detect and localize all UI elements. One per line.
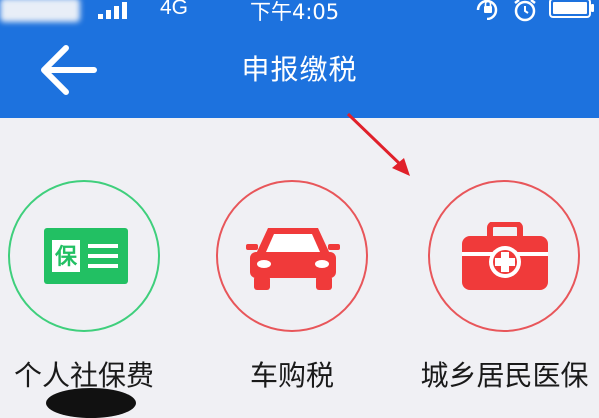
top-app-bar: 4G 下午4:05 申报缴税 xyxy=(0,0,599,118)
clock: 下午4:05 xyxy=(250,0,340,24)
car-icon xyxy=(246,228,340,290)
partial-icon-cutoff xyxy=(46,388,136,418)
carrier-name-blurred xyxy=(0,0,80,22)
battery-icon xyxy=(549,0,594,18)
status-bar: 4G 下午4:05 xyxy=(0,0,599,28)
service-label-medical-insurance[interactable]: 城乡居民医保 xyxy=(410,354,599,394)
medical-kit-icon xyxy=(462,222,548,290)
service-social-insurance[interactable]: 保 xyxy=(8,180,160,332)
annotation-arrow xyxy=(346,112,410,176)
service-vehicle-purchase-tax[interactable] xyxy=(216,180,368,332)
service-resident-medical-insurance[interactable] xyxy=(428,180,580,332)
alarm-icon xyxy=(514,0,536,22)
social-insurance-card-icon: 保 xyxy=(44,228,128,284)
network-type: 4G xyxy=(160,0,189,19)
page-title: 申报缴税 xyxy=(241,53,358,86)
signal-icon xyxy=(98,2,127,19)
svg-text:保: 保 xyxy=(54,245,78,270)
rotation-lock-icon xyxy=(476,0,498,20)
service-label-vehicle-tax[interactable]: 车购税 xyxy=(212,354,372,394)
